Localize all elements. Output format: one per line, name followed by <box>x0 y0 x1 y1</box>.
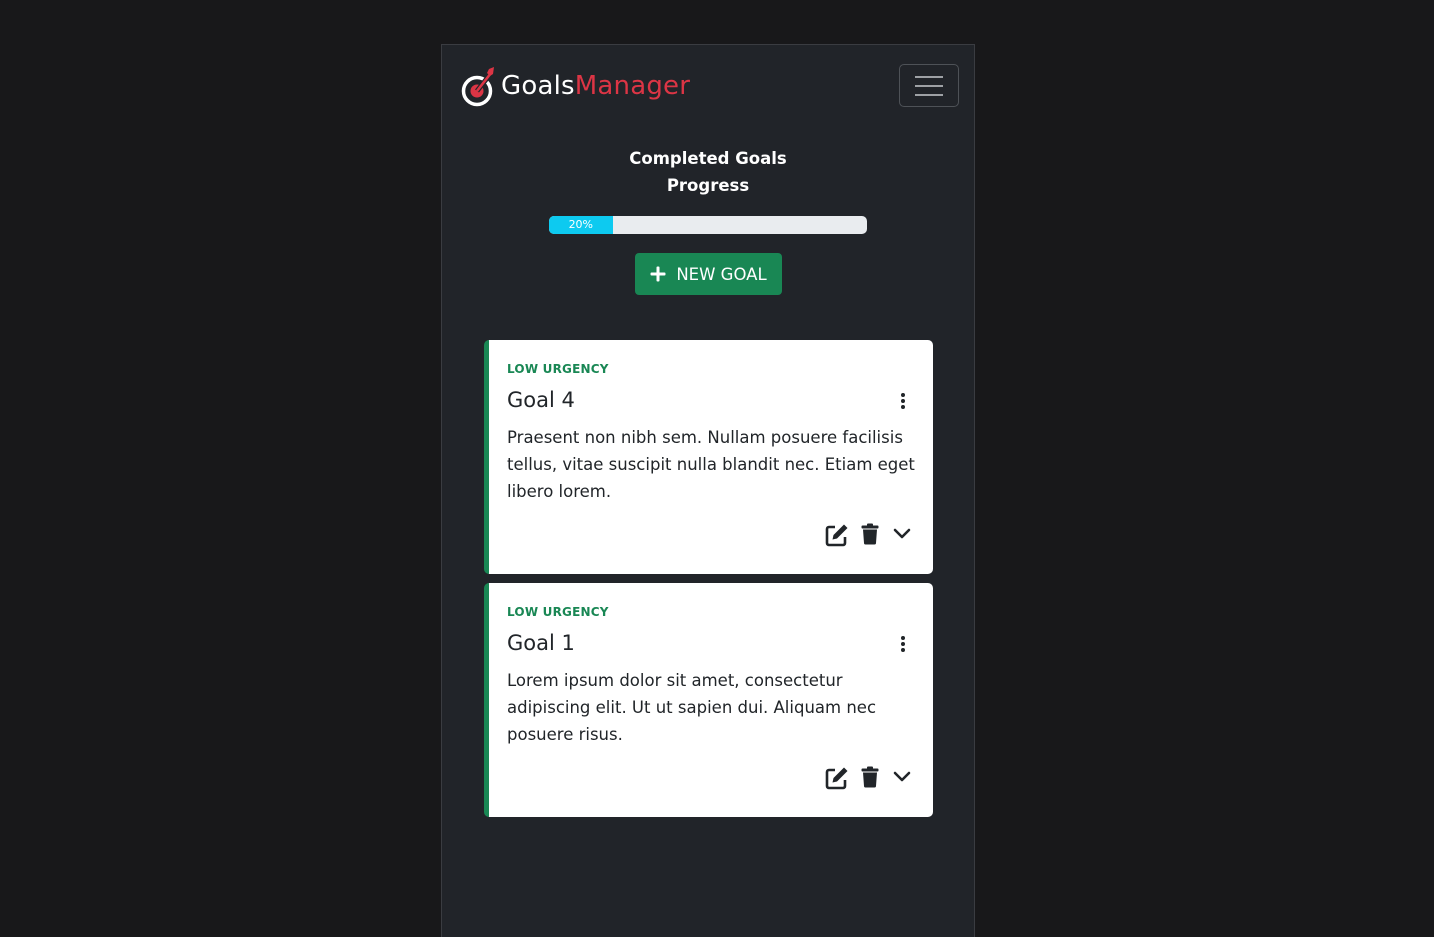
trash-icon[interactable] <box>861 523 879 545</box>
card-actions <box>825 766 925 790</box>
goal-title: Goal 4 <box>507 388 575 412</box>
progress-title-line1: Completed Goals <box>629 149 787 168</box>
brand-name-goals: Goals <box>501 71 575 101</box>
edit-icon[interactable] <box>825 523 849 547</box>
plus-icon <box>650 266 666 282</box>
progress-bar-fill: 20% <box>549 216 613 234</box>
target-arrow-icon <box>461 67 494 107</box>
brand-name: GoalsManager <box>501 73 690 99</box>
progress-bar: 20% <box>549 216 867 234</box>
chevron-down-icon[interactable] <box>893 523 911 545</box>
progress-title-line2: Progress <box>666 176 750 195</box>
hamburger-menu-icon <box>915 85 943 87</box>
chevron-down-icon[interactable] <box>893 766 911 788</box>
kebab-menu-icon[interactable] <box>897 392 909 410</box>
goal-description: Praesent non nibh sem. Nullam posuere fa… <box>507 428 915 501</box>
new-goal-button[interactable]: NEW GOAL <box>635 253 782 295</box>
goal-card: LOW URGENCY Goal 4 Praesent non nibh sem… <box>484 340 933 574</box>
navbar: GoalsManager <box>442 45 974 129</box>
edit-icon[interactable] <box>825 766 849 790</box>
goal-description: Lorem ipsum dolor sit amet, consectetur … <box>507 671 877 744</box>
app-frame: GoalsManager Completed Goals Progress 20… <box>441 44 975 937</box>
brand-name-manager: Manager <box>574 71 691 101</box>
kebab-menu-icon[interactable] <box>897 635 909 653</box>
progress-title: Completed Goals Progress <box>442 145 974 199</box>
card-actions <box>825 523 925 547</box>
goal-card: LOW URGENCY Goal 1 Lorem ipsum dolor sit… <box>484 583 933 817</box>
new-goal-label: NEW GOAL <box>676 264 767 284</box>
goal-title: Goal 1 <box>507 631 575 655</box>
trash-icon[interactable] <box>861 766 879 788</box>
urgency-label: LOW URGENCY <box>507 362 609 376</box>
hamburger-menu-icon <box>915 76 943 78</box>
brand-logo[interactable]: GoalsManager <box>460 65 690 107</box>
hamburger-menu-icon <box>915 94 943 96</box>
urgency-label: LOW URGENCY <box>507 605 609 619</box>
navbar-toggle-button[interactable] <box>899 64 959 107</box>
